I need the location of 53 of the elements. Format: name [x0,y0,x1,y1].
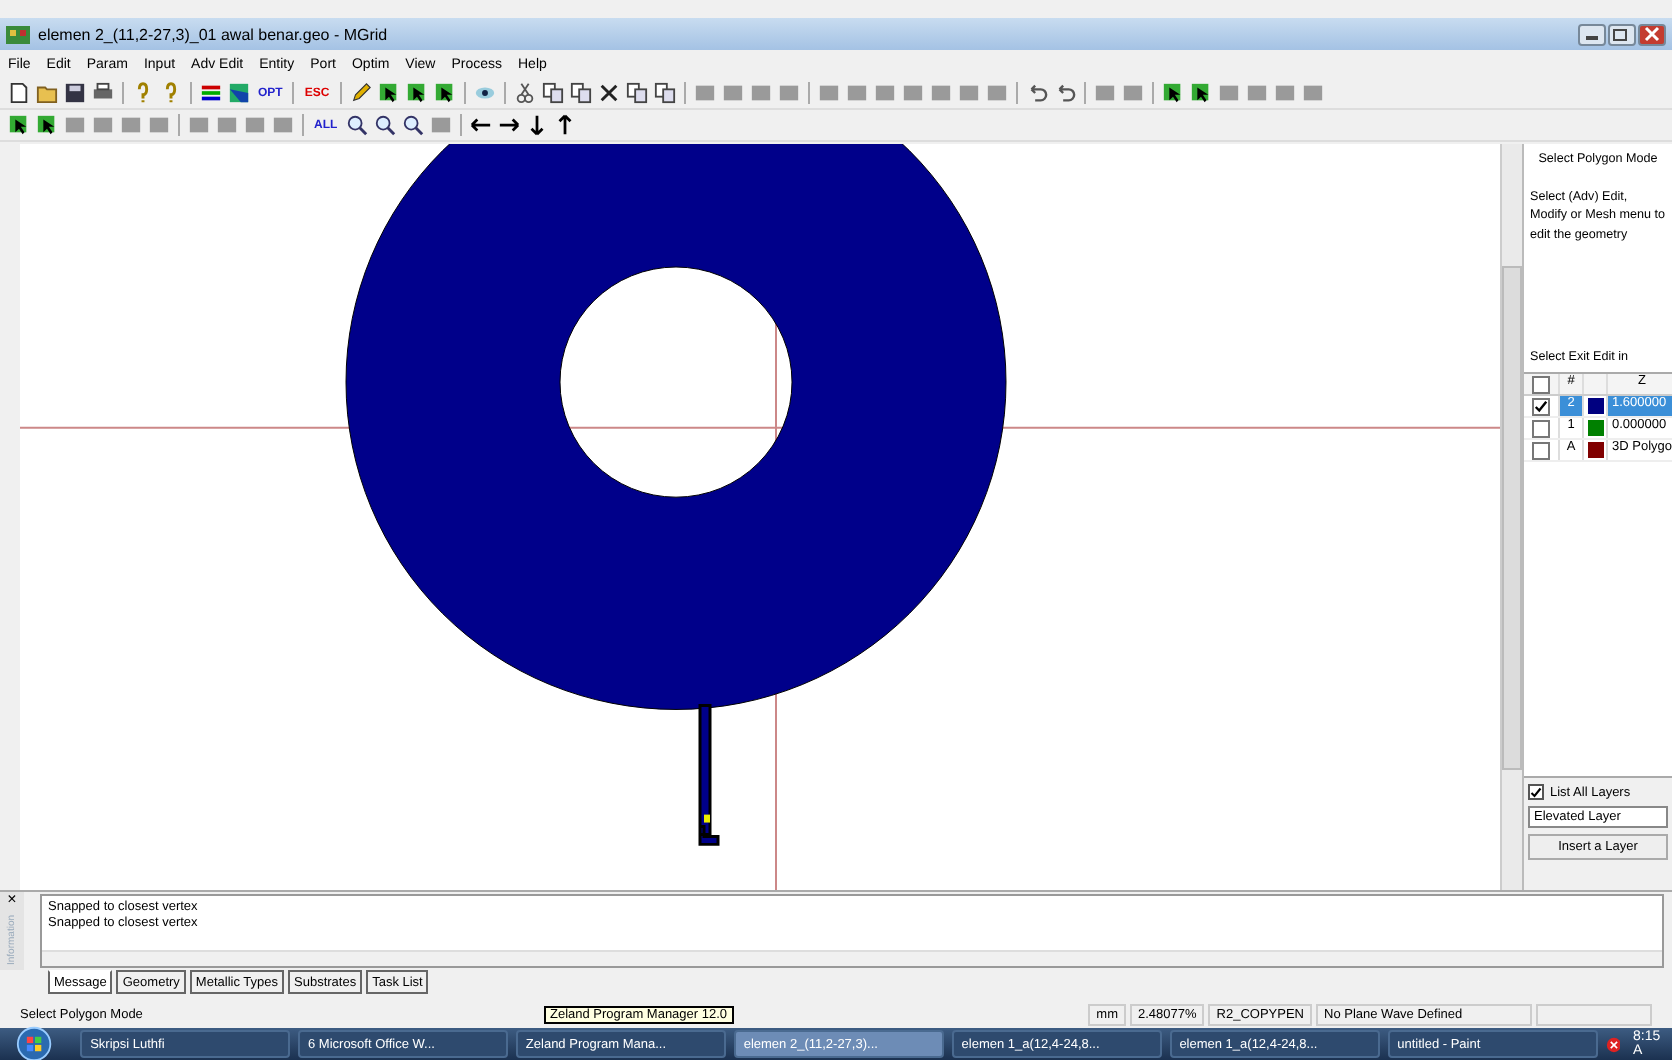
undo-icon[interactable] [1053,82,1076,104]
check-icon [1530,785,1542,799]
error-icon[interactable] [1605,1035,1621,1053]
layers-icon[interactable] [228,82,250,104]
cross-icon[interactable] [597,82,620,104]
copy-icon[interactable] [653,82,676,104]
close-button[interactable] [1638,23,1666,45]
cursor-icon[interactable] [8,114,30,136]
scissors-icon[interactable] [513,82,536,104]
question-mark-icon[interactable] [160,82,182,104]
undo-icon[interactable] [1025,82,1048,104]
close-icon [1642,26,1662,42]
pencil-icon[interactable] [349,82,372,104]
vertical-scrollbar[interactable] [1500,144,1522,890]
zoom-icon[interactable] [345,114,368,136]
start-button[interactable] [16,1024,53,1060]
copy-icon[interactable] [625,82,648,104]
horizontal-scrollbar[interactable] [42,950,1662,966]
folder-icon[interactable] [36,82,58,104]
app-icon [6,22,30,46]
copy-icon[interactable] [541,82,564,104]
close-icon[interactable]: × [7,892,17,908]
check-icon [1534,399,1548,413]
copy-icon[interactable] [569,82,592,104]
vertex-marker[interactable] [704,814,710,823]
zoom-icon[interactable] [401,114,424,136]
minimize-button[interactable] [1578,23,1606,45]
feed-line-polygon [698,704,720,846]
checkbox[interactable] [1532,441,1550,459]
arrow-left-icon[interactable] [469,114,492,136]
checkbox[interactable] [1532,375,1550,393]
drawing-canvas[interactable] [20,144,1500,890]
cursor-icon[interactable] [1189,82,1212,104]
arrow-up-icon[interactable] [553,114,576,136]
arrow-down-icon[interactable] [525,114,548,136]
zoom-icon[interactable] [373,114,396,136]
checkbox[interactable] [1532,397,1550,415]
checkbox[interactable] [1532,419,1550,437]
eye-icon[interactable] [473,82,496,104]
restore-icon [1612,26,1632,42]
restore-button[interactable] [1608,23,1636,45]
status-panel [1536,1004,1652,1026]
cursor-icon[interactable] [1161,82,1184,104]
window-title: elemen 2_(11,2-27,3)_01 awal benar.geo - MGrid [38,25,390,43]
cursor-icon[interactable] [377,82,400,104]
page-icon[interactable] [8,82,30,104]
cursor-icon[interactable] [405,82,428,104]
printer-icon[interactable] [92,82,114,104]
arrow-right-icon[interactable] [497,114,520,136]
cursor-icon[interactable] [433,82,456,104]
question-mark-icon[interactable] [132,82,154,104]
color-bars-icon[interactable] [200,82,222,104]
cursor-icon[interactable] [36,114,58,136]
